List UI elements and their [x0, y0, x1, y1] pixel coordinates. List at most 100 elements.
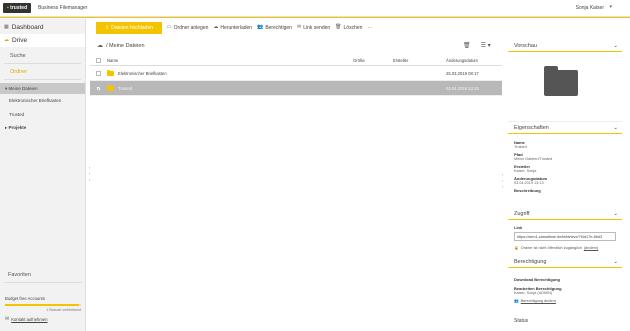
- property-value: Trusted: [514, 145, 527, 149]
- status-header[interactable]: Status: [508, 318, 528, 324]
- app-logo[interactable]: ▪ trusted: [3, 3, 32, 13]
- more-button[interactable]: ⋯: [367, 25, 372, 31]
- chevron-down-icon: ⌄: [613, 210, 618, 217]
- upload-icon: ⇪: [105, 24, 110, 31]
- chevron-down-icon[interactable]: ▾: [609, 4, 612, 10]
- col-owner[interactable]: Ersteller: [393, 58, 446, 63]
- cloud-download-icon: ☁: [213, 24, 219, 30]
- access-header[interactable]: Zugriff ⌄: [508, 208, 622, 220]
- divider: [4, 282, 82, 283]
- link-label: Link: [514, 225, 523, 230]
- download-button[interactable]: ☁ Herunterladen: [213, 25, 252, 31]
- main-toolbar: ⇪ Dateien hochladen ▭ Ordner anlegen ☁ Her…: [96, 21, 372, 34]
- upload-label: Dateien hochladen: [111, 24, 153, 31]
- table-row[interactable]: Elektronischer Briefkasten 25.03.2019 08:…: [90, 66, 502, 81]
- folder-tree-label: Trusted: [9, 112, 25, 117]
- divider: [4, 75, 81, 80]
- new-folder-button[interactable]: ▭ Ordner anlegen: [167, 25, 208, 31]
- lock-icon: 🔒: [514, 246, 519, 250]
- edit-permission-value: Kaiser, Sonja (ADMIN): [514, 291, 553, 295]
- chat-icon: ✉: [5, 316, 10, 322]
- row-name-cell: Trusted: [107, 84, 353, 91]
- property-value: Kaiser, Sonja: [514, 169, 537, 173]
- permission-header[interactable]: Berechtigung ⌄: [508, 256, 622, 268]
- contact-label: Kontakt aufnehmen: [11, 317, 48, 322]
- row-name[interactable]: Trusted: [118, 86, 132, 91]
- permission-title: Berechtigung: [514, 258, 547, 265]
- table-body: Elektronischer Briefkasten 25.03.2019 08:…: [90, 66, 502, 96]
- folder-icon: [107, 84, 114, 91]
- app-title: Business Filemanager: [38, 5, 88, 11]
- row-checkbox[interactable]: ✓: [90, 85, 107, 91]
- nav-dashboard[interactable]: ▦ Dashboard: [0, 21, 85, 34]
- upload-button[interactable]: ⇪ Dateien hochladen: [96, 21, 162, 34]
- collapse-panel-handle[interactable]: › › ›: [502, 172, 503, 190]
- properties-header[interactable]: Eigenschaften ⌄: [508, 122, 622, 134]
- permission-section: Download Berechtigung Bearbeiten Berecht…: [508, 268, 622, 306]
- list-view-icon[interactable]: ☰ ▾: [481, 42, 491, 49]
- nav-drive-label: Drive: [12, 37, 28, 44]
- row-checkbox[interactable]: [90, 70, 107, 76]
- properties-list: Name Trusted Pfad Meine Dateien/Trusted Erst…: [508, 134, 622, 200]
- lock-status: 🔒 Ordner ist nicht öffentlich zugänglich…: [514, 245, 616, 251]
- change-access-link[interactable]: (ändern): [584, 246, 598, 250]
- change-permission-label: Berechtigung ändern: [520, 298, 556, 303]
- folder-tree-item[interactable]: ▾ Meine Dateien: [0, 83, 85, 94]
- folder-tree-item[interactable]: ▸ Projekte: [0, 122, 85, 133]
- col-name[interactable]: Name: [107, 58, 353, 63]
- contact-link[interactable]: ✉ Kontakt aufnehmen: [5, 316, 48, 323]
- preview-title: Vorschau: [514, 42, 537, 49]
- preview-header[interactable]: Vorschau ⌄: [508, 40, 622, 52]
- access-title: Zugriff: [514, 210, 530, 217]
- lock-text: Ordner ist nicht öffentlich zugänglich: [520, 245, 582, 250]
- chevron-down-icon: ⌄: [613, 42, 618, 49]
- download-label: Herunterladen: [220, 24, 253, 31]
- user-menu[interactable]: Sonja Kaiser: [576, 5, 604, 11]
- select-all-checkbox[interactable]: [90, 57, 107, 63]
- chevron-down-icon: ⌄: [613, 124, 618, 131]
- permissions-button[interactable]: 👥 Berechtigen: [257, 25, 292, 31]
- table-header: Name Größe Ersteller Änderungsdatum: [90, 55, 502, 66]
- detail-panel: Vorschau ⌄ Eigenschaften ⌄ Name Trusted Pfad…: [508, 40, 622, 331]
- access-section: Link 🔒 Ordner ist nicht öffentlich zugän…: [508, 220, 622, 253]
- send-link-button[interactable]: ✉ Link senden: [297, 25, 330, 31]
- table-row[interactable]: ✓ Trusted 03.04.2019 13:13: [90, 81, 502, 96]
- folder-tree-item[interactable]: Trusted: [0, 108, 85, 122]
- new-folder-label: Ordner anlegen: [173, 24, 209, 31]
- users-icon: 👥: [514, 299, 519, 303]
- quota-label: Budget free Accounts: [5, 296, 45, 301]
- folder-tree-label: Meine Dateien: [8, 86, 38, 91]
- row-name[interactable]: Elektronischer Briefkasten: [118, 71, 167, 76]
- breadcrumb-path[interactable]: / Meine Dateien: [106, 43, 145, 49]
- col-size[interactable]: Größe: [353, 58, 393, 63]
- property-value: 03.04.2019 13:13: [514, 181, 544, 185]
- quota-text: 1 Besuch verbleibend: [46, 308, 81, 312]
- folder-tree-label: Elektronischer Briefkasten: [9, 98, 62, 103]
- nav-drive[interactable]: ☁ Drive: [0, 34, 85, 47]
- permissions-label: Berechtigen: [265, 24, 292, 31]
- preview-area: [508, 52, 622, 122]
- favorites-section[interactable]: Favoriten: [8, 272, 31, 278]
- folder-tree-item[interactable]: Elektronischer Briefkasten: [0, 94, 85, 108]
- send-link-label: Link senden: [303, 24, 331, 31]
- nav-dashboard-label: Dashboard: [11, 24, 44, 31]
- breadcrumb: ☁ / Meine Dateien: [97, 43, 145, 49]
- collapse-sidebar-handle[interactable]: ‹ ‹ ‹: [89, 165, 90, 183]
- trash-icon[interactable]: 🗑: [463, 42, 471, 49]
- property-label: Beschreibung: [514, 188, 541, 193]
- delete-button[interactable]: 🗑 Löschen: [335, 25, 362, 31]
- share-link-input[interactable]: [514, 232, 616, 241]
- mail-icon: ✉: [297, 24, 302, 30]
- folder-icon: ▭: [166, 24, 172, 30]
- cloud-icon: ☁: [4, 37, 9, 43]
- download-permission-label: Download Berechtigung: [514, 277, 560, 282]
- change-permission-link[interactable]: 👥 Berechtigung ändern: [514, 298, 616, 304]
- cloud-icon[interactable]: ☁: [97, 43, 103, 49]
- col-date[interactable]: Änderungsdatum: [446, 58, 502, 63]
- divider: [4, 59, 81, 64]
- file-table: Name Größe Ersteller Änderungsdatum Elek…: [90, 55, 502, 96]
- folder-icon: [544, 66, 578, 96]
- property-value: Meine Dateien/Trusted: [514, 157, 553, 161]
- row-date: 03.04.2019 13:13: [446, 85, 479, 91]
- quota-fill: [5, 304, 80, 306]
